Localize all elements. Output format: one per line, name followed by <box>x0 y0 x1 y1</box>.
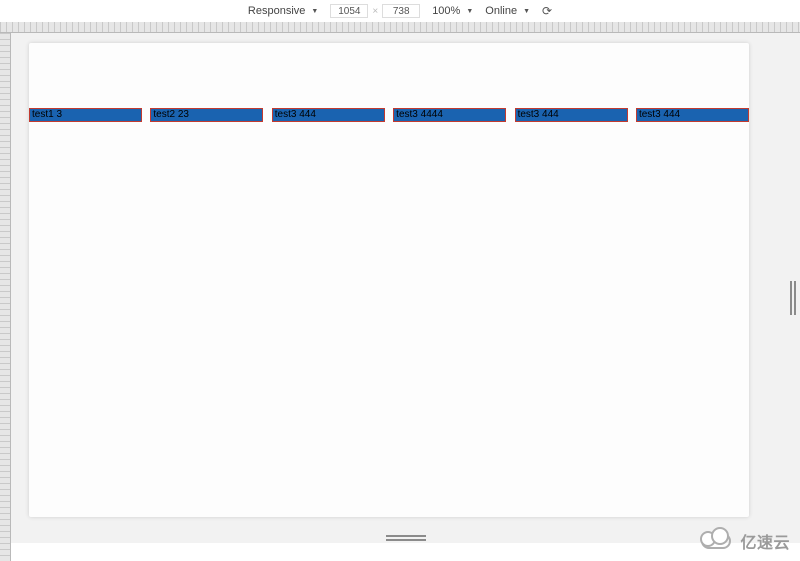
item-label: test3 444 <box>639 109 680 120</box>
flex-row: test1 3 test2 23 test3 444 test3 4444 te… <box>29 108 749 122</box>
network-throttle-select[interactable]: Online ▼ <box>485 5 530 17</box>
devtools-device-toolbar: Responsive ▼ 1054 × 738 100% ▼ Online ▼ … <box>0 0 800 22</box>
dimension-separator: × <box>372 6 378 17</box>
viewport-dimensions: 1054 × 738 <box>330 4 420 18</box>
viewport-resize-handle-bottom[interactable] <box>386 535 426 541</box>
list-item: test1 3 <box>29 108 142 122</box>
item-label: test1 3 <box>32 109 62 120</box>
item-label: test3 4444 <box>396 109 443 120</box>
emulated-viewport: test1 3 test2 23 test3 444 test3 4444 te… <box>11 33 800 523</box>
viewport-height-input[interactable]: 738 <box>382 4 420 18</box>
watermark-text: 亿速云 <box>740 529 790 553</box>
rotate-orientation-button[interactable]: ⟳ <box>542 4 552 18</box>
devtools-ruler-vertical <box>0 33 11 561</box>
device-mode-label: Responsive <box>248 5 305 17</box>
chevron-down-icon: ▼ <box>466 8 473 15</box>
list-item: test3 444 <box>272 108 385 122</box>
page-body: test1 3 test2 23 test3 444 test3 4444 te… <box>29 43 749 517</box>
list-item: test3 444 <box>515 108 628 122</box>
zoom-label: 100% <box>432 5 460 17</box>
viewport-resize-handle-right[interactable] <box>790 281 796 315</box>
devtools-ruler-horizontal <box>0 22 800 33</box>
item-label: test2 23 <box>153 109 189 120</box>
item-label: test3 444 <box>518 109 559 120</box>
list-item: test2 23 <box>150 108 263 122</box>
device-mode-select[interactable]: Responsive ▼ <box>248 5 318 17</box>
watermark: 亿速云 <box>701 523 790 559</box>
item-label: test3 444 <box>275 109 316 120</box>
rotate-icon: ⟳ <box>542 4 552 18</box>
list-item: test3 444 <box>636 108 749 122</box>
chevron-down-icon: ▼ <box>311 8 318 15</box>
network-label: Online <box>485 5 517 17</box>
chevron-down-icon: ▼ <box>523 8 530 15</box>
zoom-select[interactable]: 100% ▼ <box>432 5 473 17</box>
viewport-width-input[interactable]: 1054 <box>330 4 368 18</box>
viewport-bottom-strip <box>11 523 800 543</box>
cloud-icon <box>701 529 735 553</box>
list-item: test3 4444 <box>393 108 506 122</box>
